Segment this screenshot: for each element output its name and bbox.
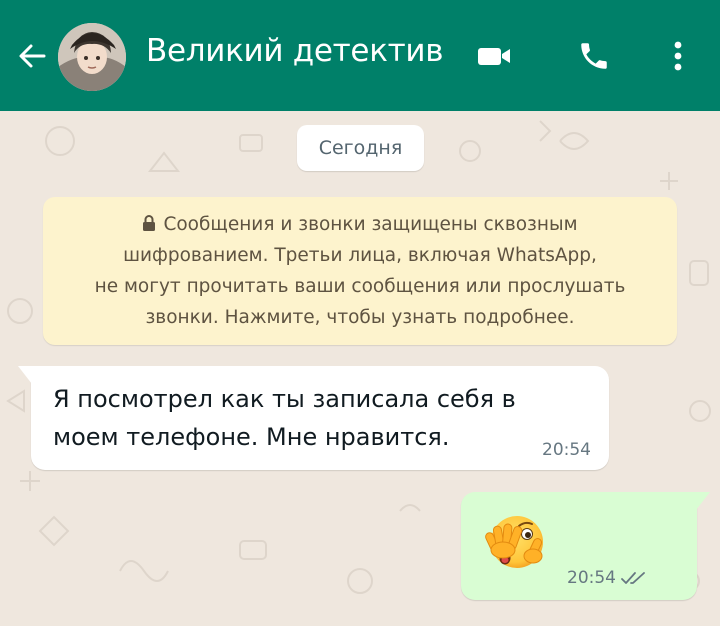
double-check-icon: [621, 572, 645, 584]
date-chip: Сегодня: [297, 125, 424, 171]
message-text: Я посмотрел как ты записала себя в моем …: [53, 380, 573, 456]
arrow-left-icon: [19, 44, 46, 68]
message-time: 20:54: [567, 568, 616, 588]
bubble-tail: [696, 492, 710, 510]
more-vertical-icon: [674, 41, 682, 71]
incoming-message[interactable]: Я посмотрел как ты записала себя в моем …: [18, 366, 609, 470]
chat-header: Великий детектив: [0, 0, 720, 111]
video-call-button[interactable]: [472, 34, 516, 78]
message-line-2: моем телефоне. Мне нравится.: [53, 423, 450, 451]
notice-line-3: не могут прочитать ваши сообщения или пр…: [94, 276, 626, 297]
lock-icon: [143, 215, 156, 231]
phone-icon: [581, 43, 607, 69]
menu-button[interactable]: [656, 34, 700, 78]
bubble-tail: [18, 366, 32, 384]
voice-call-button[interactable]: [572, 34, 616, 78]
face-with-peeking-eye-icon: [485, 516, 543, 568]
notice-line-4: звонки. Нажмите, чтобы узнать подробнее.: [145, 307, 575, 328]
notice-line-1: Сообщения и звонки защищены сквозным: [61, 209, 659, 240]
encryption-notice[interactable]: Сообщения и звонки защищены сквозным шиф…: [43, 197, 677, 345]
message-time: 20:54: [542, 440, 591, 460]
message-line-1: Я посмотрел как ты записала себя в: [53, 385, 516, 413]
avatar-image: [58, 23, 126, 91]
chat-area[interactable]: Сегодня Сообщения и звонки защищены скво…: [0, 111, 720, 626]
contact-name[interactable]: Великий детектив: [146, 33, 444, 69]
notice-line-2: шифрованием. Третьи лица, включая WhatsA…: [123, 245, 597, 266]
video-call-icon: [478, 48, 510, 65]
outgoing-message[interactable]: 20:54: [461, 492, 710, 600]
back-button[interactable]: [14, 38, 50, 74]
avatar[interactable]: [58, 23, 126, 91]
